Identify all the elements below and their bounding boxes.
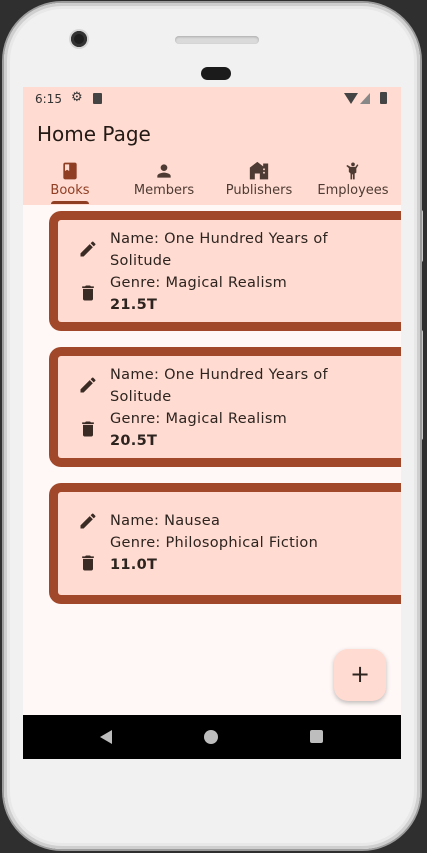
- trash-icon: [82, 555, 94, 571]
- tab-label: Books: [50, 183, 90, 198]
- system-nav-bar: [23, 715, 401, 759]
- book-list: Name: One Hundred Years of Solitude Genr…: [23, 205, 401, 715]
- book-icon: [23, 161, 117, 181]
- front-camera: [71, 31, 87, 47]
- trash-icon: [82, 285, 94, 301]
- earpiece-speaker: [175, 36, 259, 44]
- delete-button[interactable]: [78, 283, 98, 307]
- pencil-icon: [80, 377, 96, 393]
- book-name: Name: Nausea: [110, 513, 221, 529]
- book-genre: Genre: Philosophical Fiction: [110, 535, 319, 551]
- active-tab-indicator: [51, 201, 89, 204]
- book-name: Name: One Hundred Years of Solitude: [110, 231, 328, 269]
- book-card[interactable]: Name: One Hundred Years of Solitude Genr…: [49, 211, 401, 331]
- book-card[interactable]: Name: One Hundred Years of Solitude Genr…: [49, 347, 401, 467]
- app-bar: 6:15 ⚙ Home Page Books Members Publisher…: [23, 87, 401, 205]
- wifi-icon: [344, 93, 358, 104]
- battery-icon: [380, 92, 387, 104]
- tab-members[interactable]: Members: [117, 159, 211, 205]
- add-book-button[interactable]: +: [334, 649, 386, 701]
- book-details: Name: Nausea Genre: Philosophical Fictio…: [110, 510, 391, 576]
- status-bar: 6:15 ⚙: [23, 87, 401, 111]
- edit-button[interactable]: [78, 375, 98, 399]
- book-genre: Genre: Magical Realism: [110, 275, 288, 291]
- tab-bar: Books Members Publishers Employees: [23, 159, 401, 205]
- book-price: 21.5T: [110, 297, 158, 313]
- book-details: Name: One Hundred Years of Solitude Genr…: [110, 228, 391, 316]
- book-card[interactable]: Name: Nausea Genre: Philosophical Fictio…: [49, 483, 401, 604]
- trash-icon: [82, 421, 94, 437]
- tab-label: Members: [133, 183, 195, 198]
- tab-employees[interactable]: Employees: [306, 159, 400, 205]
- building-icon: [212, 161, 306, 181]
- edit-button[interactable]: [78, 511, 98, 535]
- proximity-sensor: [201, 67, 231, 80]
- book-name: Name: One Hundred Years of Solitude: [110, 367, 328, 405]
- book-details: Name: One Hundred Years of Solitude Genr…: [110, 364, 391, 452]
- employee-icon: [306, 161, 400, 181]
- book-price: 11.0T: [110, 557, 158, 573]
- delete-button[interactable]: [78, 419, 98, 443]
- edit-button[interactable]: [78, 239, 98, 263]
- app-screen: 6:15 ⚙ Home Page Books Members Publisher…: [23, 87, 401, 759]
- page-title: Home Page: [37, 122, 151, 146]
- tab-books[interactable]: Books: [23, 159, 117, 205]
- cell-signal-icon: [360, 93, 370, 104]
- pencil-icon: [80, 513, 96, 529]
- sd-card-icon: [93, 93, 102, 104]
- book-price: 20.5T: [110, 433, 158, 449]
- status-time: 6:15: [35, 92, 62, 106]
- recent-apps-icon[interactable]: [310, 730, 323, 743]
- tab-publishers[interactable]: Publishers: [212, 159, 306, 205]
- tab-label: Publishers: [225, 183, 293, 198]
- person-icon: [117, 161, 211, 181]
- tab-label: Employees: [317, 183, 389, 198]
- settings-gear-icon: ⚙: [71, 90, 83, 105]
- book-genre: Genre: Magical Realism: [110, 411, 288, 427]
- pencil-icon: [80, 241, 96, 257]
- delete-button[interactable]: [78, 553, 98, 577]
- back-icon[interactable]: [100, 730, 112, 744]
- home-icon[interactable]: [204, 730, 218, 744]
